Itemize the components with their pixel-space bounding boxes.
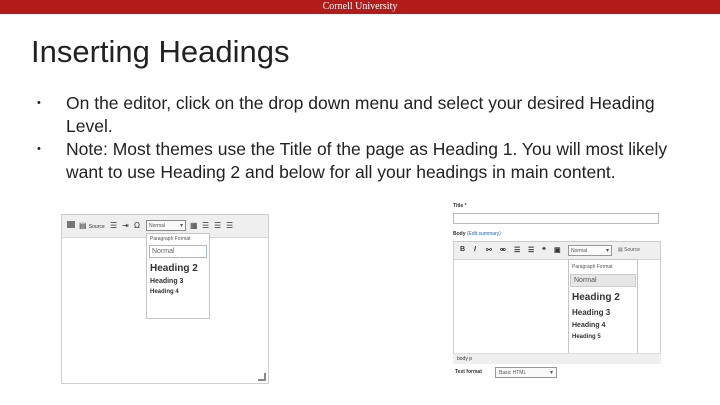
format-option-heading-4[interactable]: Heading 4 xyxy=(569,318,637,330)
omega-icon[interactable]: Ω xyxy=(134,221,140,230)
chevron-down-icon: ▾ xyxy=(179,223,183,229)
numbered-list-icon[interactable]: ☰ xyxy=(528,246,534,254)
bulleted-list-icon[interactable]: ☰ xyxy=(514,246,520,254)
text-format-select[interactable]: Basic HTML ▾ xyxy=(495,367,557,378)
link-icon[interactable]: ⚯ xyxy=(486,246,492,254)
format-option-heading-5[interactable]: Heading 5 xyxy=(569,330,637,344)
bullet-dot-icon: • xyxy=(37,97,41,109)
chevron-down-icon: ▾ xyxy=(549,370,553,376)
format-option-heading-3[interactable]: Heading 3 xyxy=(147,276,209,287)
chevron-down-icon: ▾ xyxy=(605,248,609,254)
bullet-dot-icon: • xyxy=(37,143,41,155)
table-icon[interactable]: ▦ xyxy=(190,221,198,230)
bold-icon[interactable]: B xyxy=(460,246,465,253)
bullet-item: • Note: Most themes use the Title of the … xyxy=(37,138,702,184)
title-label: Title * xyxy=(453,203,467,209)
dropdown-header: Paragraph Format xyxy=(150,236,191,242)
resize-handle-icon[interactable] xyxy=(258,373,266,381)
dropdown-header: Paragraph Format xyxy=(572,264,613,270)
cornell-header-bar: Cornell University xyxy=(0,0,720,14)
format-option-heading-2[interactable]: Heading 2 xyxy=(569,287,637,304)
align-right-icon[interactable]: ☰ xyxy=(226,221,233,230)
align-left-icon[interactable]: ☰ xyxy=(202,221,209,230)
element-path: body p xyxy=(453,353,661,364)
bullet-list: • On the editor, click on the drop down m… xyxy=(37,92,702,184)
body-editor[interactable]: B I ⚯ ⚮ ☰ ☰ ❝ ▣ Normal ▾ ▤ Source Paragra… xyxy=(453,241,661,364)
format-dropdown: Paragraph Format Normal Heading 2 Headin… xyxy=(146,233,210,319)
editor-screenshot-1: ▤ Source ☰ ⇥ Ω Normal ▾ ▦ ☰ ☰ ☰ Paragraph… xyxy=(61,214,269,384)
italic-icon[interactable]: I xyxy=(474,246,476,253)
align-center-icon[interactable]: ☰ xyxy=(214,221,221,230)
image-icon[interactable]: ▣ xyxy=(554,246,561,254)
blockquote-icon[interactable]: ❝ xyxy=(542,246,546,254)
bullet-text: Note: Most themes use the Title of the p… xyxy=(66,139,668,182)
bullet-item: • On the editor, click on the drop down m… xyxy=(37,92,702,138)
indent-icon[interactable]: ⇥ xyxy=(122,221,129,230)
text-format-label: Text format xyxy=(455,369,482,375)
paragraph-format-select[interactable]: Normal ▾ xyxy=(146,220,186,231)
format-option-heading-2[interactable]: Heading 2 xyxy=(147,259,209,276)
format-option-heading-3[interactable]: Heading 3 xyxy=(569,304,637,318)
format-option-heading-4[interactable]: Heading 4 xyxy=(147,287,209,297)
org-name: Cornell University xyxy=(322,1,398,12)
editor-toolbar: B I ⚯ ⚮ ☰ ☰ ❝ ▣ Normal ▾ ▤ Source xyxy=(454,242,660,260)
format-dropdown: Paragraph Format Normal Heading 2 Headin… xyxy=(568,259,638,363)
image-icon[interactable] xyxy=(67,221,75,230)
list-icon[interactable]: ☰ xyxy=(110,221,117,230)
slide-title: Inserting Headings xyxy=(31,34,290,69)
unlink-icon[interactable]: ⚮ xyxy=(500,246,506,254)
format-option-normal[interactable]: Normal xyxy=(149,245,207,258)
source-button[interactable]: ▤ Source xyxy=(618,247,640,253)
title-input[interactable] xyxy=(453,213,659,224)
edit-summary-link[interactable]: (Edit summary) xyxy=(467,231,501,237)
source-button[interactable]: ▤ Source xyxy=(79,221,105,230)
body-label: Body (Edit summary) xyxy=(453,231,501,237)
format-option-normal[interactable]: Normal xyxy=(570,274,636,287)
editor-screenshot-2: Title * Body (Edit summary) B I ⚯ ⚮ ☰ ☰ … xyxy=(451,203,661,383)
paragraph-format-select[interactable]: Normal ▾ xyxy=(568,245,612,256)
bullet-text: On the editor, click on the drop down me… xyxy=(66,93,655,136)
